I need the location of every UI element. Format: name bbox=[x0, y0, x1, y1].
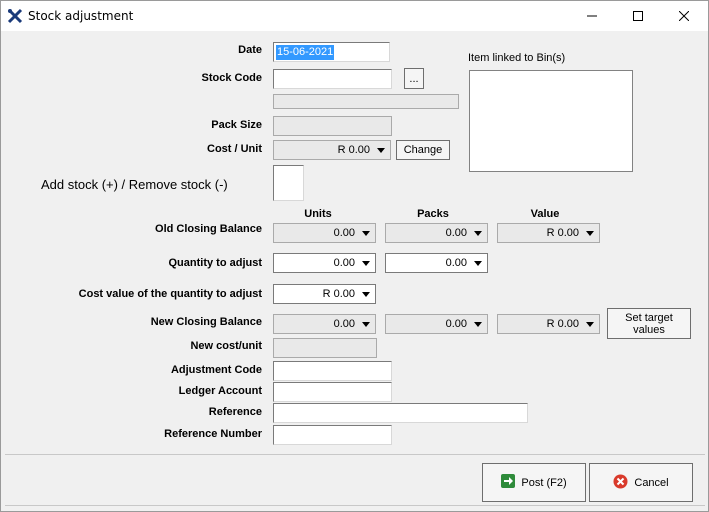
footer-divider bbox=[5, 454, 705, 455]
stock-adjustment-window: Stock adjustment Date 15-06-2021 Stock C… bbox=[0, 0, 709, 512]
chevron-down-icon[interactable] bbox=[470, 255, 486, 271]
maximize-icon bbox=[633, 11, 643, 21]
old-units-value: 0.00 bbox=[333, 227, 355, 239]
chevron-down-icon[interactable] bbox=[358, 255, 374, 271]
new-packs-value: 0.00 bbox=[445, 318, 467, 330]
stock-code-input[interactable] bbox=[274, 70, 391, 88]
set-target-values-button[interactable]: Set target values bbox=[607, 308, 691, 339]
cost-value-qty-label: Cost value of the quantity to adjust bbox=[78, 288, 262, 300]
adj-cost-combo[interactable]: R 0.00 bbox=[273, 284, 376, 304]
old-packs-combo[interactable]: 0.00 bbox=[385, 223, 488, 243]
reference-label: Reference bbox=[208, 406, 262, 418]
old-units-combo[interactable]: 0.00 bbox=[273, 223, 376, 243]
chevron-down-icon[interactable] bbox=[358, 316, 374, 332]
date-label: Date bbox=[238, 44, 262, 56]
chevron-down-icon[interactable] bbox=[470, 316, 486, 332]
item-linked-label: Item linked to Bin(s) bbox=[468, 52, 566, 64]
close-button[interactable] bbox=[661, 1, 707, 31]
new-value-value: R 0.00 bbox=[546, 318, 579, 330]
new-packs-combo[interactable]: 0.00 bbox=[385, 314, 488, 334]
cancel-button[interactable]: Cancel bbox=[589, 463, 693, 502]
chevron-down-icon[interactable] bbox=[373, 142, 389, 158]
cost-unit-value: R 0.00 bbox=[337, 144, 370, 156]
stock-description-field bbox=[273, 94, 459, 109]
date-field[interactable]: 15-06-2021 bbox=[273, 42, 390, 62]
reference-field[interactable] bbox=[273, 403, 528, 423]
adj-units-value: 0.00 bbox=[333, 257, 355, 269]
browse-stock-button[interactable]: ... bbox=[404, 68, 424, 89]
packs-header: Packs bbox=[417, 208, 449, 220]
new-units-value: 0.00 bbox=[333, 318, 355, 330]
chevron-down-icon[interactable] bbox=[358, 225, 374, 241]
value-header: Value bbox=[530, 208, 560, 220]
date-value: 15-06-2021 bbox=[276, 45, 335, 60]
old-closing-label: Old Closing Balance bbox=[155, 223, 262, 235]
cancel-icon bbox=[613, 474, 628, 492]
cost-unit-combo[interactable]: R 0.00 bbox=[273, 140, 391, 160]
footer-bottom-divider bbox=[5, 505, 705, 506]
add-remove-label: Add stock (+) / Remove stock (-) bbox=[41, 177, 228, 192]
adj-cost-value: R 0.00 bbox=[322, 288, 355, 300]
minimize-icon bbox=[587, 15, 597, 17]
reference-number-field[interactable] bbox=[273, 425, 392, 445]
stock-code-label: Stock Code bbox=[201, 72, 262, 84]
new-closing-label: New Closing Balance bbox=[150, 316, 262, 328]
old-packs-value: 0.00 bbox=[445, 227, 467, 239]
units-header: Units bbox=[304, 208, 332, 220]
adjustment-code-label: Adjustment Code bbox=[170, 364, 262, 376]
adj-packs-combo[interactable]: 0.00 bbox=[385, 253, 488, 273]
title-bar: Stock adjustment bbox=[1, 1, 708, 31]
old-value-value: R 0.00 bbox=[546, 227, 579, 239]
adj-packs-value: 0.00 bbox=[445, 257, 467, 269]
add-remove-field[interactable] bbox=[273, 165, 304, 201]
cancel-button-label: Cancel bbox=[634, 476, 669, 489]
close-icon bbox=[679, 11, 689, 21]
app-tools-icon bbox=[7, 8, 23, 24]
old-value-combo[interactable]: R 0.00 bbox=[497, 223, 600, 243]
ledger-account-field[interactable] bbox=[273, 382, 392, 402]
new-units-combo[interactable]: 0.00 bbox=[273, 314, 376, 334]
window-title: Stock adjustment bbox=[28, 9, 134, 23]
post-button-label: Post (F2) bbox=[521, 476, 567, 489]
minimize-button[interactable] bbox=[569, 1, 615, 31]
post-button[interactable]: Post (F2) bbox=[482, 463, 586, 502]
stock-code-field[interactable] bbox=[273, 69, 392, 89]
cost-unit-label: Cost / Unit bbox=[207, 143, 262, 155]
change-button[interactable]: Change bbox=[396, 140, 450, 160]
new-cost-unit-field bbox=[273, 338, 377, 358]
chevron-down-icon[interactable] bbox=[582, 316, 598, 332]
chevron-down-icon[interactable] bbox=[470, 225, 486, 241]
new-cost-unit-label: New cost/unit bbox=[190, 340, 262, 352]
new-value-combo[interactable]: R 0.00 bbox=[497, 314, 600, 334]
adj-units-combo[interactable]: 0.00 bbox=[273, 253, 376, 273]
ledger-account-label: Ledger Account bbox=[178, 385, 262, 397]
pack-size-label: Pack Size bbox=[211, 119, 262, 131]
chevron-down-icon[interactable] bbox=[582, 225, 598, 241]
linked-bins-list[interactable] bbox=[469, 70, 633, 172]
maximize-button[interactable] bbox=[615, 1, 661, 31]
arrow-right-icon bbox=[501, 474, 516, 491]
qty-adjust-label: Quantity to adjust bbox=[168, 257, 263, 269]
chevron-down-icon[interactable] bbox=[358, 286, 374, 302]
reference-number-label: Reference Number bbox=[164, 428, 262, 440]
pack-size-field bbox=[273, 116, 392, 136]
adjustment-code-field[interactable] bbox=[273, 361, 392, 381]
